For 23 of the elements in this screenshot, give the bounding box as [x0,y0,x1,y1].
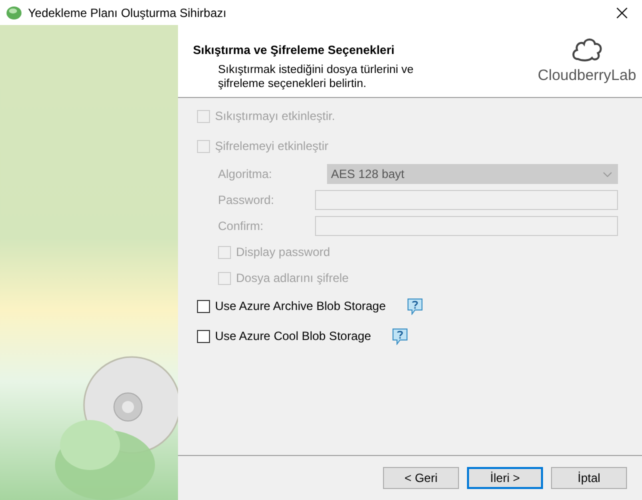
field-label: Algoritma: [218,166,274,183]
wizard-button[interactable]: < Geri [383,467,459,489]
logo-text: CloudberryLab [538,66,636,86]
help-icon[interactable] [406,298,423,314]
checkbox-label: Use Azure Cool Blob Storage [215,328,372,345]
chevron-down-icon [603,172,612,176]
help-icon[interactable] [392,328,408,344]
close-icon [616,6,628,18]
wizard-button[interactable]: İptal [551,467,627,489]
checkbox-label: Use Azure Archive Blob Storage [215,298,386,315]
checkbox[interactable] [197,300,210,312]
checkbox-label: Display password [236,244,330,261]
field-label: Password: [218,192,276,209]
checkbox[interactable] [197,330,210,342]
checkbox-label: Dosya adlarını şifrele [236,270,349,287]
app-icon [6,6,22,20]
page-title: Sıkıştırma ve Şifreleme Seçenekleri [193,42,396,59]
checkbox-label: Şifrelemeyi etkinleştir [215,138,328,155]
window-title: Yedekleme Planı Oluşturma Sihirbazı [28,4,226,22]
page-subtitle: Sıkıştırmak istediğini dosya türlerini ve şifreleme seçenekleri belirtin. [218,63,415,91]
wizard-button[interactable]: İleri > [467,467,543,489]
field-label: Confirm: [218,218,264,235]
checkbox-label: Sıkıştırmayı etkinleştir. [215,108,336,125]
